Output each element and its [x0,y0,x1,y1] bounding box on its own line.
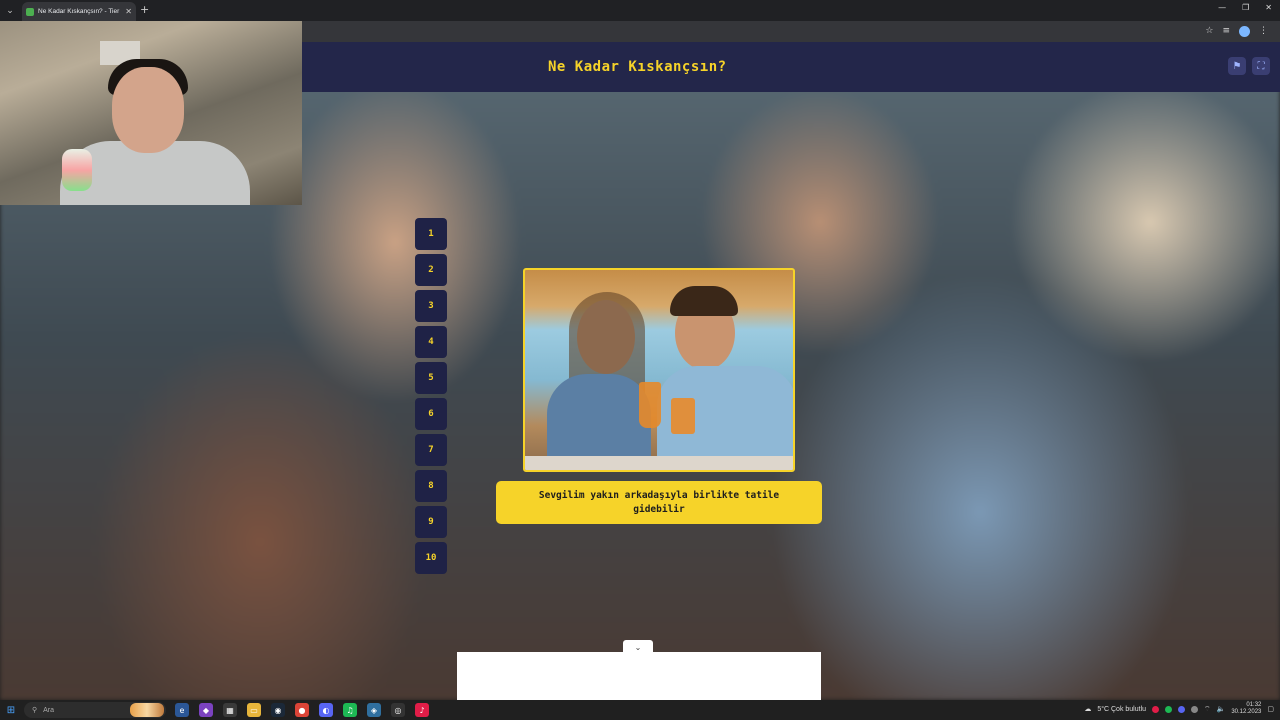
tiktok-icon[interactable]: ♪ [415,703,429,717]
drink-glass-right [671,398,695,434]
rgb-lamp [62,149,92,191]
streamer-face [112,67,184,153]
tray-spotify-icon[interactable] [1165,705,1173,713]
volume-icon[interactable]: 🔈 [1217,705,1226,713]
search-label: Ara [43,706,55,714]
level-button-7[interactable]: 7 [415,434,447,466]
windows-start-icon[interactable]: ⊞ [0,700,22,720]
window-controls: — ❐ ✕ [1218,3,1272,12]
card-statement: Sevgilim yakın arkadaşıyla birlikte tati… [496,481,822,524]
site-header: ⚑ ⛶ [302,42,1280,92]
tray-discord-icon[interactable] [1178,705,1186,713]
obs-icon[interactable]: ◎ [391,703,405,717]
search-icon: ⚲ [32,707,38,714]
table-surface [525,456,793,470]
favicon-icon [26,7,34,16]
tab-search-icon[interactable]: ⌄ [0,0,20,21]
level-button-3[interactable]: 3 [415,290,447,322]
edge-icon[interactable]: e [175,703,189,717]
vpn-icon[interactable]: ◈ [367,703,381,717]
media-icon[interactable]: ≡ [1222,26,1230,37]
browser-tab-bar: ⌄ Ne Kadar Kıskançsın? - Tier List ✕ + —… [0,0,1280,21]
new-tab-button[interactable]: + [140,3,149,16]
level-button-2[interactable]: 2 [415,254,447,286]
tray-misc-icon[interactable] [1191,705,1199,713]
copilot-icon[interactable]: ◆ [199,703,213,717]
tab-title: Ne Kadar Kıskançsın? - Tier List [38,8,121,15]
level-button-9[interactable]: 9 [415,506,447,538]
card-image[interactable] [523,268,795,472]
weather-text[interactable]: 5°C Çok bulutlu [1097,706,1146,713]
taskbar-search[interactable]: ⚲ Ara [24,702,166,718]
fullscreen-icon[interactable]: ⛶ [1252,57,1270,75]
level-button-1[interactable]: 1 [415,218,447,250]
taskbar: ⊞ ⚲ Ara e ◆ ▦ ▭ ◉ ● ◐ ♫ ◈ ◎ ♪ ☁ 5°C Çok … [0,700,1280,720]
ad-banner[interactable] [457,652,821,700]
minimize-button[interactable]: — [1218,3,1226,12]
clock-date: 30.12.2023 [1231,709,1262,715]
level-selector: 1 2 3 4 5 6 7 8 9 10 [415,218,447,574]
toolbar-icons: ☆ ≡ ⋮ [1205,26,1268,37]
clock-time: 01:32 [1246,702,1262,708]
tab-close-icon[interactable]: ✕ [125,7,132,16]
search-highlight-image [130,703,164,717]
store-icon[interactable]: ▦ [223,703,237,717]
profile-avatar[interactable] [1239,26,1250,37]
level-button-8[interactable]: 8 [415,470,447,502]
network-icon[interactable]: ⌔ [1204,705,1211,714]
file-explorer-icon[interactable]: ▭ [247,703,261,717]
page-title: Ne Kadar Kıskançsın? [548,59,727,75]
bookmark-star-icon[interactable]: ☆ [1205,26,1213,37]
level-button-6[interactable]: 6 [415,398,447,430]
man-hair [670,286,738,316]
level-button-5[interactable]: 5 [415,362,447,394]
taskbar-apps: e ◆ ▦ ▭ ◉ ● ◐ ♫ ◈ ◎ ♪ [175,703,429,717]
flag-icon[interactable]: ⚑ [1228,57,1246,75]
discord-icon[interactable]: ◐ [319,703,333,717]
level-button-4[interactable]: 4 [415,326,447,358]
drink-glass-left [639,382,661,428]
webcam-overlay [0,21,302,205]
notification-icon[interactable]: ▢ [1267,705,1274,713]
tray-app-icon[interactable] [1152,705,1160,713]
browser-menu-icon[interactable]: ⋮ [1259,26,1268,37]
system-tray: ☁ 5°C Çok bulutlu ⌔ 🔈 01:32 30.12.2023 ▢ [1084,702,1274,716]
close-window-button[interactable]: ✕ [1265,3,1272,12]
level-button-10[interactable]: 10 [415,542,447,574]
clock[interactable]: 01:32 30.12.2023 [1231,702,1261,716]
chrome-icon[interactable]: ● [295,703,309,717]
spotify-icon[interactable]: ♫ [343,703,357,717]
steam-icon[interactable]: ◉ [271,703,285,717]
browser-tab[interactable]: Ne Kadar Kıskançsın? - Tier List ✕ [22,2,136,21]
maximize-button[interactable]: ❐ [1242,3,1249,12]
weather-icon: ☁ [1084,706,1092,713]
